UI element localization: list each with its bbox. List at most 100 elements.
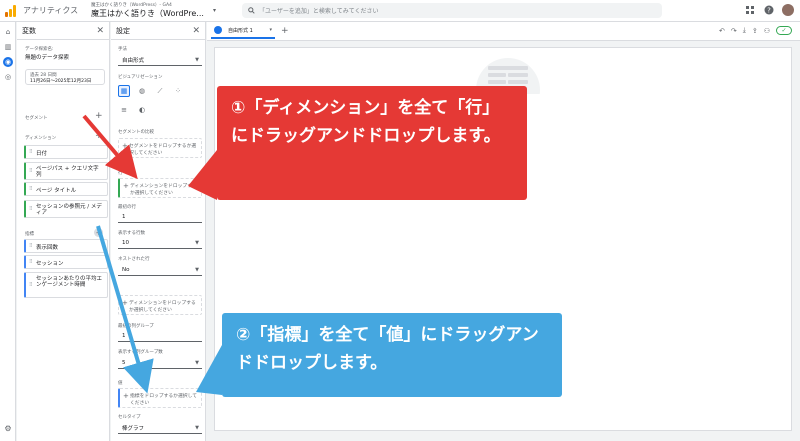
search-icon bbox=[248, 7, 255, 14]
metric-chip[interactable]: ⠿ セッション bbox=[24, 255, 108, 269]
bar-viz-icon[interactable]: ≡ bbox=[118, 104, 130, 116]
app-title: アナリティクス bbox=[23, 6, 79, 15]
plus-icon: + bbox=[123, 392, 129, 400]
add-segment-button[interactable]: + bbox=[95, 111, 103, 121]
geo-map-viz-icon[interactable]: ◐ bbox=[136, 104, 148, 116]
top-bar: アナリティクス 魔王はかく語りき（WordPress）- GA4 魔王はかく語り… bbox=[0, 0, 800, 22]
apps-grid-icon[interactable] bbox=[744, 5, 755, 16]
nested-rows-select[interactable]: No ▼ bbox=[118, 264, 202, 276]
start-row-input[interactable]: 1 bbox=[118, 211, 202, 223]
tab-freeform-1[interactable]: 自由形式 1 ▾ bbox=[211, 24, 275, 39]
dropdown-arrow-icon: ▼ bbox=[195, 359, 199, 366]
home-icon[interactable]: ⌂ bbox=[3, 27, 13, 37]
metric-chip[interactable]: ⠿ 表示回数 bbox=[24, 239, 108, 253]
variables-panel: 変数 ✕ データ探索名: 無題のデータ探索 過去 28 日間 11月26日～20… bbox=[17, 22, 116, 441]
technique-select[interactable]: 自由形式 ▼ bbox=[118, 54, 202, 66]
plus-icon: + bbox=[122, 299, 128, 307]
data-quality-check-icon[interactable]: ✓ bbox=[776, 26, 792, 35]
table-viz-icon[interactable]: ▦ bbox=[118, 85, 130, 97]
search-input[interactable]: 「ユーザーを追加」と検索してみてください bbox=[242, 3, 663, 18]
drag-handle-icon[interactable]: ⠿ bbox=[29, 206, 33, 212]
exploration-name-label: データ探索名: bbox=[25, 47, 54, 52]
search-placeholder: 「ユーザーを追加」と検索してみてください bbox=[259, 8, 379, 15]
close-icon[interactable]: ✕ bbox=[96, 26, 104, 36]
line-viz-icon[interactable]: ⟋ bbox=[154, 85, 166, 97]
redo-icon[interactable]: ↷ bbox=[731, 27, 737, 35]
drag-handle-icon[interactable]: ⠿ bbox=[29, 282, 33, 288]
avatar[interactable] bbox=[782, 4, 794, 16]
download-icon[interactable]: ⤓ bbox=[743, 26, 746, 35]
drag-handle-icon[interactable]: ⠿ bbox=[29, 243, 33, 249]
plus-icon: + bbox=[122, 142, 128, 150]
tab-bar: 自由形式 1 ▾ + ↶ ↷ ⤓ ⇪ ⚇ ✓ bbox=[207, 22, 800, 41]
help-icon[interactable]: ? bbox=[763, 5, 774, 16]
cell-type-select[interactable]: 棒グラフ ▼ bbox=[118, 422, 202, 434]
close-icon[interactable]: ✕ bbox=[192, 26, 200, 36]
dimension-chip[interactable]: ⠿ 日付 bbox=[24, 145, 108, 159]
start-col-group-label: 最初の列グループ bbox=[118, 324, 154, 329]
drag-handle-icon[interactable]: ⠿ bbox=[29, 149, 33, 155]
viz-label: ビジュアリゼーション bbox=[118, 75, 163, 80]
rows-label: 行 bbox=[118, 171, 123, 176]
explore-icon[interactable]: ◉ bbox=[3, 57, 13, 67]
dimension-chip[interactable]: ⠿ ページ タイトル bbox=[24, 182, 108, 196]
undo-icon[interactable]: ↶ bbox=[719, 27, 725, 35]
add-metric-button[interactable]: + bbox=[94, 228, 103, 237]
tab-label: 自由形式 1 bbox=[228, 27, 253, 34]
columns-drop-zone[interactable]: + ディメンションをドロップするか選択してください bbox=[118, 295, 202, 315]
property-selector[interactable]: 魔王はかく語りき（WordPress）- GA4 魔王はかく語りき（WordPr… bbox=[91, 2, 211, 19]
reports-icon[interactable]: ▥ bbox=[3, 42, 13, 52]
show-col-groups-label: 表示する列グループ数 bbox=[118, 350, 163, 355]
settings-panel: 設定 ✕ 手法 自由形式 ▼ ビジュアリゼーション ▦ ◍ ⟋ ⁘ ≡ ◐ セグメ… bbox=[111, 22, 206, 441]
cell-type-label: セルタイプ bbox=[118, 415, 141, 420]
values-label: 値 bbox=[118, 381, 123, 386]
analytics-logo-icon[interactable] bbox=[4, 4, 18, 18]
left-nav-rail: ⌂ ▥ ◉ ◎ ⚙ bbox=[0, 22, 16, 441]
technique-label: 手法 bbox=[118, 47, 127, 52]
dropdown-arrow-icon: ▼ bbox=[195, 239, 199, 246]
exploration-name[interactable]: 無題のデータ探索 bbox=[25, 53, 69, 61]
chevron-down-icon[interactable]: ▾ bbox=[269, 27, 272, 33]
metrics-label: 指標 bbox=[25, 232, 34, 237]
share-icon[interactable]: ⇪ bbox=[752, 27, 758, 35]
start-row-label: 最初の行 bbox=[118, 205, 136, 210]
nested-rows-label: ネストされた行 bbox=[118, 257, 150, 262]
freeform-tab-icon bbox=[214, 26, 222, 34]
show-rows-label: 表示する行数 bbox=[118, 231, 145, 236]
svg-text:?: ? bbox=[767, 7, 771, 15]
scatter-viz-icon[interactable]: ⁘ bbox=[172, 85, 184, 97]
values-drop-zone[interactable]: + 指標をドロップするか選択してください bbox=[118, 388, 202, 408]
dropdown-arrow-icon: ▼ bbox=[195, 56, 199, 63]
drag-handle-icon[interactable]: ⠿ bbox=[29, 186, 33, 192]
show-col-groups-select[interactable]: 5 ▼ bbox=[118, 357, 202, 369]
dropdown-arrow-icon: ▼ bbox=[195, 266, 199, 273]
add-user-icon[interactable]: ⚇ bbox=[764, 27, 770, 35]
start-col-group-input[interactable]: 1 bbox=[118, 330, 202, 342]
dimensions-label: ディメンション bbox=[25, 136, 57, 141]
rows-drop-zone[interactable]: + ディメンションをドロップするか選択してください bbox=[118, 178, 202, 198]
drag-handle-icon[interactable]: ⠿ bbox=[29, 259, 33, 265]
advertising-icon[interactable]: ◎ bbox=[3, 72, 13, 82]
step1-callout: ①「ディメンション」を全て「行」にドラッグアンドドロップします。 bbox=[217, 86, 527, 200]
chevron-down-icon[interactable]: ▾ bbox=[213, 7, 216, 14]
segment-drop-zone[interactable]: + セグメントをドロップするか選択してください bbox=[118, 138, 202, 158]
property-name: 魔王はかく語りき（WordPre... bbox=[91, 9, 204, 18]
gear-icon[interactable]: ⚙ bbox=[3, 423, 13, 433]
dimension-chip[interactable]: ⠿ ページパス + クエリ文字列 bbox=[24, 162, 108, 180]
donut-viz-icon[interactable]: ◍ bbox=[136, 85, 148, 97]
segments-label: セグメント bbox=[25, 116, 48, 121]
metric-chip[interactable]: ⠿ セッションあたりの平均エンゲージメント時間 bbox=[24, 272, 108, 298]
date-range-selector[interactable]: 過去 28 日間 11月26日～2025年12月23日 ▾ bbox=[25, 69, 116, 85]
segment-compare-label: セグメントの比較 bbox=[118, 130, 154, 135]
add-tab-button[interactable]: + bbox=[281, 26, 289, 36]
show-rows-select[interactable]: 10 ▼ bbox=[118, 237, 202, 249]
dimension-chip[interactable]: ⠿ セッションの参照元 / メディア bbox=[24, 200, 108, 218]
drag-handle-icon[interactable]: ⠿ bbox=[29, 168, 33, 174]
variables-title: 変数 bbox=[22, 26, 36, 35]
step2-callout: ②「指標」を全て「値」にドラッグアンドドロップします。 bbox=[222, 313, 562, 397]
date-range-value: 11月26日～2025年12月23日 bbox=[30, 79, 92, 84]
dropdown-arrow-icon: ▼ bbox=[195, 424, 199, 431]
add-dimension-button[interactable]: + bbox=[95, 131, 103, 141]
settings-title: 設定 bbox=[116, 26, 130, 35]
plus-icon: + bbox=[123, 182, 129, 190]
